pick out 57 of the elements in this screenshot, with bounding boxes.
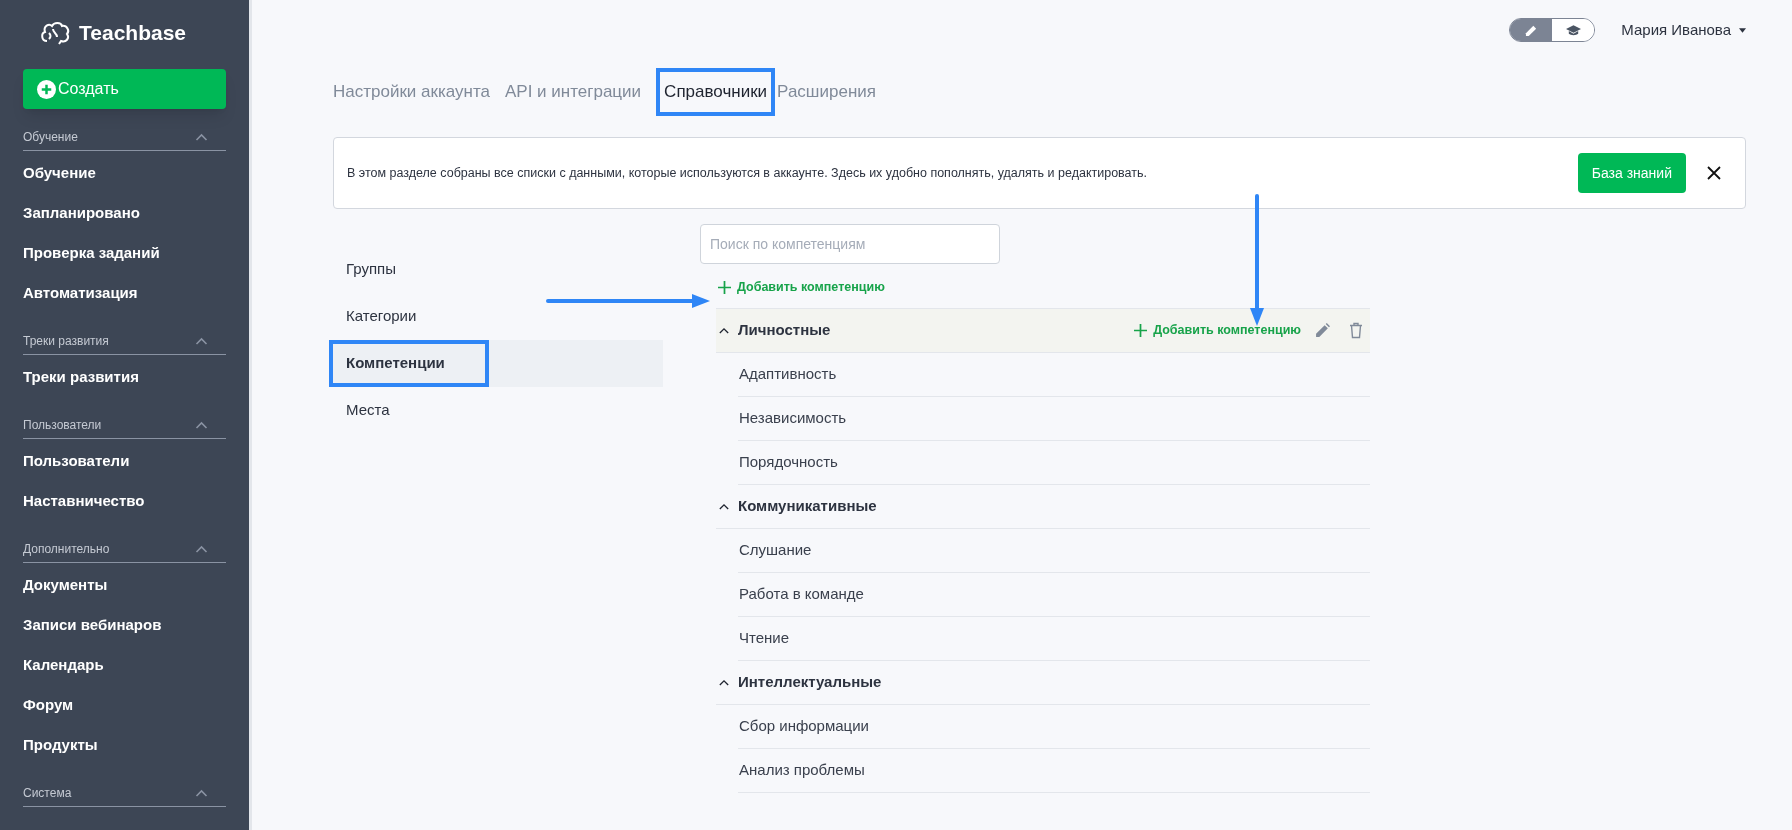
sidebar-item[interactable]: Наставничество bbox=[23, 481, 226, 521]
sidebar-item[interactable]: Записи вебинаров bbox=[23, 605, 226, 645]
competence-row[interactable]: Адаптивность bbox=[738, 353, 1370, 397]
logo-text: Teachbase bbox=[79, 19, 186, 46]
close-icon[interactable] bbox=[1707, 166, 1721, 180]
search-field[interactable]: Поиск по компетенциям bbox=[700, 224, 1000, 264]
graduation-cap-icon[interactable] bbox=[1552, 19, 1595, 41]
banner-text: В этом разделе собраны все списки с данными, которые используются в аккаунте. Здесь их удобно пополнять, удалять и редактировать. bbox=[347, 164, 1148, 182]
sidebar-item[interactable]: Документы bbox=[23, 565, 226, 605]
group-row[interactable]: Коммуникативные bbox=[716, 485, 1370, 529]
caret-icon bbox=[1739, 27, 1746, 33]
group-title: Коммуникативные bbox=[738, 496, 878, 517]
competence-row[interactable]: Анализ проблемы bbox=[738, 749, 1370, 793]
category-item[interactable]: Места bbox=[333, 387, 663, 434]
chevron-icon bbox=[719, 679, 729, 686]
chevron-icon bbox=[195, 788, 208, 797]
group-row[interactable]: Интеллектуальные bbox=[716, 661, 1370, 705]
competence-row[interactable]: Сбор информации bbox=[738, 705, 1370, 749]
sidebar-item[interactable]: Форум bbox=[23, 685, 226, 725]
section-header[interactable]: Обучение bbox=[23, 123, 226, 151]
sidebar-item[interactable]: Автоматизация bbox=[23, 273, 226, 313]
competence-row[interactable]: Независимость bbox=[738, 397, 1370, 441]
chevron-icon bbox=[719, 503, 729, 510]
sidebar-item[interactable]: Продукты bbox=[23, 725, 226, 765]
plus-icon bbox=[718, 280, 731, 294]
trash-icon[interactable] bbox=[1349, 322, 1363, 339]
competence-row[interactable]: Порядочность bbox=[738, 441, 1370, 485]
sidebar-item[interactable]: Календарь bbox=[23, 645, 226, 685]
group-title: Интеллектуальные bbox=[738, 672, 883, 693]
plus-circle-icon bbox=[37, 79, 56, 99]
mode-toggle[interactable] bbox=[1509, 18, 1596, 42]
tab[interactable]: Справочники bbox=[656, 68, 776, 116]
category-item[interactable]: Категории bbox=[333, 293, 663, 340]
pencil-icon[interactable] bbox=[1315, 323, 1330, 338]
chevron-icon bbox=[195, 420, 208, 429]
competence-row[interactable]: Слушание bbox=[738, 529, 1370, 573]
sidebar-item[interactable]: Обучение bbox=[23, 153, 226, 193]
sidebar-item[interactable]: Треки развития bbox=[23, 357, 226, 397]
section-header[interactable]: Треки развития bbox=[23, 327, 226, 355]
competence-row[interactable]: Работа в команде bbox=[738, 573, 1370, 617]
section-header[interactable]: Пользователи bbox=[23, 411, 226, 439]
group-row[interactable]: Личностные Добавить компетенцию bbox=[716, 309, 1370, 353]
sidebar-item[interactable]: Проверка заданий bbox=[23, 233, 226, 273]
pencil-icon[interactable] bbox=[1510, 19, 1553, 41]
section-header[interactable]: Дополнительно bbox=[23, 535, 226, 563]
sidebar-item[interactable]: Запланировано bbox=[23, 193, 226, 233]
sidebar-item[interactable]: Пользователи bbox=[23, 441, 226, 481]
group-title: Личностные bbox=[738, 320, 832, 341]
section-header[interactable]: Система bbox=[23, 779, 226, 807]
competence-row[interactable]: Чтение bbox=[738, 617, 1370, 661]
category-item[interactable]: Группы bbox=[333, 246, 663, 293]
chevron-icon bbox=[719, 327, 729, 334]
chevron-icon bbox=[195, 132, 208, 141]
user-menu[interactable]: Мария Иванова bbox=[1621, 18, 1746, 42]
chevron-icon bbox=[195, 336, 208, 345]
plus-icon bbox=[1134, 324, 1148, 337]
chevron-icon bbox=[195, 544, 208, 553]
